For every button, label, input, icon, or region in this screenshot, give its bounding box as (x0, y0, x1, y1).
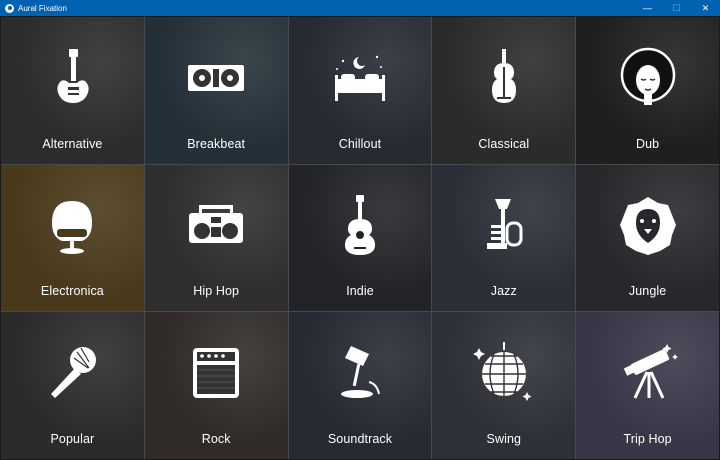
spotlight-icon (329, 342, 391, 404)
trumpet-icon (473, 195, 535, 257)
close-button[interactable]: ✕ (691, 0, 720, 16)
genre-label: Jungle (628, 284, 667, 299)
genre-tile-indie[interactable]: Indie (288, 164, 432, 312)
egg-chair-icon (41, 195, 103, 257)
genre-label: Jazz (490, 284, 517, 299)
genre-label: Alternative (42, 136, 103, 151)
genre-tile-chillout[interactable]: Chillout (288, 17, 432, 164)
acoustic-guitar-icon (329, 194, 391, 257)
electric-guitar-icon (41, 47, 103, 109)
lion-icon (617, 195, 679, 257)
turntables-icon (185, 47, 247, 109)
genre-tile-dub[interactable]: Dub (576, 17, 719, 164)
genre-label: Breakbeat (187, 136, 246, 151)
genre-tile-breakbeat[interactable]: Breakbeat (144, 17, 288, 164)
amplifier-icon (185, 342, 247, 404)
minimize-button[interactable]: — (633, 0, 662, 16)
genre-tile-trip-hop[interactable]: Trip Hop (576, 312, 719, 459)
genre-label: Electronica (40, 284, 104, 299)
boombox-icon (185, 195, 247, 257)
genre-tile-popular[interactable]: Popular (1, 312, 144, 459)
genre-label: Hip Hop (193, 284, 240, 299)
genre-tile-electronica[interactable]: Electronica (1, 164, 144, 312)
app-icon (5, 3, 14, 13)
genre-label: Soundtrack (327, 432, 393, 446)
title-bar: Aural Fixation — ☐ ✕ (0, 0, 720, 16)
genre-tile-jungle[interactable]: Jungle (576, 164, 719, 312)
genre-grid: Alternative Breakbeat Chillout Classical Dub… (1, 17, 719, 459)
genre-tile-swing[interactable]: Swing (432, 312, 576, 459)
genre-label: Dub (635, 136, 660, 151)
genre-tile-hip-hop[interactable]: Hip Hop (144, 164, 288, 312)
genre-label: Chillout (338, 136, 382, 151)
window-controls: — ☐ ✕ (633, 0, 720, 16)
genre-tile-alternative[interactable]: Alternative (1, 17, 144, 164)
genre-label: Rock (201, 432, 231, 446)
genre-label: Swing (486, 432, 522, 446)
window-title: Aural Fixation (18, 3, 67, 13)
genre-tile-classical[interactable]: Classical (432, 17, 576, 164)
disco-ball-icon (472, 342, 535, 404)
genre-tile-rock[interactable]: Rock (144, 312, 288, 459)
genre-label: Classical (478, 136, 530, 151)
microphone-icon (41, 342, 103, 404)
bed-night-icon (329, 47, 391, 109)
afro-face-icon (617, 47, 679, 109)
maximize-button[interactable]: ☐ (662, 0, 691, 16)
genre-label: Trip Hop (623, 432, 672, 446)
genre-label: Indie (346, 284, 374, 299)
telescope-icon (617, 342, 679, 404)
genre-tile-jazz[interactable]: Jazz (432, 164, 576, 312)
violin-icon (473, 47, 535, 109)
genre-tile-soundtrack[interactable]: Soundtrack (288, 312, 432, 459)
genre-label: Popular (50, 432, 95, 446)
